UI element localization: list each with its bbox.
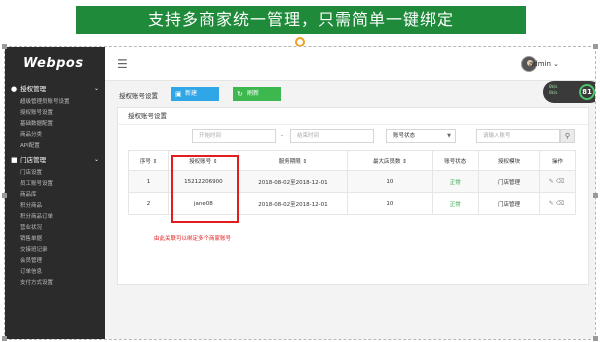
promo-banner: 支持多商家统一管理，只需简单一键绑定 xyxy=(76,6,526,34)
sidebar-group-label: 门店管理 xyxy=(20,156,47,164)
resize-handle[interactable] xyxy=(593,193,598,198)
resize-handle[interactable] xyxy=(2,193,7,198)
col-ops: 操作 xyxy=(539,150,576,171)
panel-title: 授权账号设置 xyxy=(118,108,588,125)
row-actions: ✎⌫ xyxy=(539,170,576,193)
search-input[interactable]: 请输入账号 xyxy=(476,129,560,143)
start-date-input[interactable]: 开始时间 xyxy=(192,129,276,143)
chevron-down-icon: ⌄ xyxy=(93,156,99,163)
sidebar-item-store-settings[interactable]: 门店设置 xyxy=(5,168,105,179)
cell-index: 2 xyxy=(127,192,170,215)
sidebar-item-shift[interactable]: 交接班记录 xyxy=(5,245,105,256)
chevron-down-icon: ⌄ xyxy=(93,85,99,92)
cell-period: 2018-08-02至2018-12-01 xyxy=(237,170,349,193)
refresh-icon: ↻ xyxy=(237,90,243,98)
resize-handle[interactable] xyxy=(2,336,7,341)
cell-period: 2018-08-02至2018-12-01 xyxy=(237,192,349,215)
cell-max-staff: 10 xyxy=(347,192,433,215)
status-badge: 正常 xyxy=(431,192,479,215)
sidebar-item-members[interactable]: 会员管理 xyxy=(5,256,105,267)
store-icon: ■ xyxy=(11,156,18,164)
sidebar-item-base-data[interactable]: 基础数据配置 xyxy=(5,119,105,130)
file-icon: ▣ xyxy=(175,90,182,98)
col-period[interactable]: 服务期限 ⇕ xyxy=(237,150,349,171)
sidebar-item-staff[interactable]: 员工账号设置 xyxy=(5,179,105,190)
col-index[interactable]: 序号 ⇕ xyxy=(127,150,170,171)
sidebar-item-sales[interactable]: 销售单据 xyxy=(5,234,105,245)
range-dash: - xyxy=(281,132,284,139)
trash-icon[interactable]: ⌫ xyxy=(556,200,566,207)
edit-icon[interactable]: ✎ xyxy=(549,200,556,207)
sidebar-item-auth-account[interactable]: 授权账号设置 xyxy=(5,108,105,119)
screenshot-frame: Webpos ● 授权管理 ⌄ 超级管理员账号设置 授权账号设置 基础数据配置 … xyxy=(4,46,596,340)
status-badge: 正常 xyxy=(431,170,479,193)
page-title: 授权账号设置 xyxy=(119,92,158,100)
top-bar: ☰ admin ⌄ xyxy=(105,47,595,81)
end-date-input[interactable]: 结束时间 xyxy=(290,129,374,143)
new-button[interactable]: ▣ 新建 xyxy=(171,87,219,101)
refresh-button[interactable]: ↻ 刷新 xyxy=(233,87,281,101)
sidebar-item-api[interactable]: API配置 xyxy=(5,141,105,152)
sidebar-item-category[interactable]: 商品分类 xyxy=(5,130,105,141)
sidebar-item-points-orders[interactable]: 积分商品订单 xyxy=(5,212,105,223)
new-button-label: 新建 xyxy=(185,90,198,97)
status-select-value: 账号状态 xyxy=(393,133,416,139)
trash-icon[interactable]: ⌫ xyxy=(556,178,566,185)
sidebar-item-products[interactable]: 商品库 xyxy=(5,190,105,201)
annotation-text: 由此关联可以绑定多个商家账号 xyxy=(154,236,232,242)
caret-down-icon: ▼ xyxy=(447,133,451,139)
sidebar-group-label: 授权管理 xyxy=(20,85,47,93)
sidebar-item-super-admin[interactable]: 超级管理员账号设置 xyxy=(5,97,105,108)
menu-icon[interactable]: ☰ xyxy=(117,57,128,71)
chevron-down-icon: ⌄ xyxy=(550,60,559,68)
brand-logo: Webpos xyxy=(23,56,84,71)
cell-max-staff: 10 xyxy=(347,170,433,193)
refresh-button-label: 刷新 xyxy=(247,90,260,97)
sidebar-item-orders[interactable]: 订单信息 xyxy=(5,267,105,278)
user-icon: ● xyxy=(11,85,18,93)
resize-handle[interactable] xyxy=(593,336,598,341)
user-menu[interactable]: admin ⌄ xyxy=(529,60,559,68)
search-icon[interactable]: ⚲ xyxy=(560,129,575,143)
status-select[interactable]: 账号状态 ▼ xyxy=(386,129,456,143)
cell-index: 1 xyxy=(127,170,170,193)
col-max-staff[interactable]: 最大店员数 ⇕ xyxy=(347,150,433,171)
sidebar-group-store[interactable]: ■ 门店管理 ⌄ xyxy=(5,152,105,168)
resize-handle[interactable] xyxy=(2,44,7,49)
sidebar-item-business[interactable]: 营业状况 xyxy=(5,223,105,234)
highlight-box xyxy=(171,155,239,223)
cell-module: 门店管理 xyxy=(477,192,541,215)
sidebar-item-points-products[interactable]: 积分商品 xyxy=(5,201,105,212)
col-module: 授权模块 xyxy=(477,150,541,171)
row-actions: ✎⌫ xyxy=(539,192,576,215)
col-status: 账号状态 xyxy=(431,150,479,171)
cell-module: 门店管理 xyxy=(477,170,541,193)
toolbar: 授权账号设置 ▣ 新建 ↻ 刷新 xyxy=(105,81,595,107)
sidebar-item-payment[interactable]: 支付方式设置 xyxy=(5,278,105,289)
sidebar: Webpos ● 授权管理 ⌄ 超级管理员账号设置 授权账号设置 基础数据配置 … xyxy=(5,47,105,339)
sidebar-group-auth[interactable]: ● 授权管理 ⌄ xyxy=(5,81,105,97)
resize-handle[interactable] xyxy=(593,44,598,49)
user-name: admin xyxy=(528,60,551,68)
edit-icon[interactable]: ✎ xyxy=(549,178,556,185)
